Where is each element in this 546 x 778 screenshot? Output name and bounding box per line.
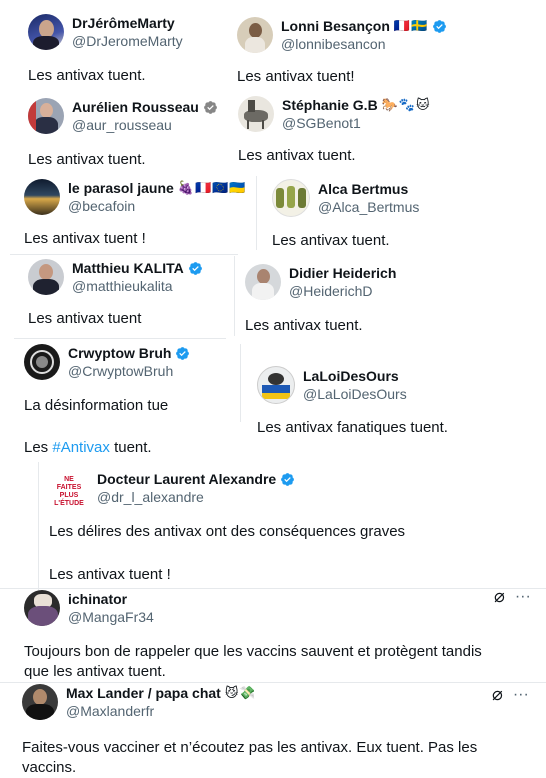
emoji: 😼💸 [224,685,257,700]
handle[interactable]: @DrJeromeMarty [72,32,183,50]
handle[interactable]: @LaLoiDesOurs [303,385,407,403]
avatar[interactable] [272,179,310,217]
handle[interactable]: @HeiderichD [289,282,396,300]
tweet-becafoin[interactable]: le parasol jaune 🍇🇫🇷🇪🇺🇺🇦 @becafoin Les an… [24,179,247,249]
display-name[interactable]: Docteur Laurent Alexandre [97,470,295,488]
flag-emoji: 🇫🇷🇸🇪 [393,18,429,33]
tweet-ichinator[interactable]: ichinator @MangaFr34 Toujours bon de rap… [24,590,546,682]
avatar[interactable] [24,590,60,626]
handle[interactable]: @CrwyptowBruh [68,362,190,380]
tweet-text: La désinformation tue [24,397,169,414]
avatar[interactable] [22,684,58,720]
tweet-text: Les antivax fanatiques tuent. [257,419,448,436]
handle[interactable]: @Maxlanderfr [66,702,257,720]
display-name[interactable]: Lonni Besançon 🇫🇷🇸🇪 [281,17,447,35]
row-divider [14,338,226,339]
emoji: 🐎🐾🐱 [381,97,431,112]
column-divider [240,344,241,422]
tweet-text: que les antivax tuent. [24,663,166,680]
row-divider [0,682,546,683]
emoji: 🍇🇫🇷🇪🇺🇺🇦 [177,180,247,195]
grok-icon[interactable]: ⌀ [494,586,505,607]
avatar[interactable] [245,264,281,300]
display-name[interactable]: Max Lander / papa chat 😼💸 [66,684,257,702]
display-name[interactable]: le parasol jaune 🍇🇫🇷🇪🇺🇺🇦 [68,179,247,197]
tweet-text-line: Les #Antivax tuent. [24,439,152,456]
quoted-tweet[interactable]: NE FAITES PLUS L'ÉTUDE Docteur Laurent A… [38,462,529,590]
tweet-text: Les antivax tuent. [28,67,146,84]
tweet-sgbenot1[interactable]: Stéphanie G.B 🐎🐾🐱 @SGBenot1 Les antivax t… [238,96,431,166]
avatar[interactable] [24,179,60,215]
display-name[interactable]: Didier Heiderich [289,264,396,282]
handle[interactable]: @Alca_Bertmus [318,198,419,216]
display-name[interactable]: Stéphanie G.B 🐎🐾🐱 [282,96,431,114]
tweet-matthieukalita[interactable]: Matthieu KALITA @matthieukalita Les anti… [28,259,203,329]
display-name[interactable]: Aurélien Rousseau [72,98,218,116]
verified-badge-icon [432,19,447,34]
avatar[interactable] [28,259,64,295]
tweet-text: Les antivax tuent! [237,68,355,85]
handle[interactable]: @becafoin [68,197,247,215]
tweet-text: vaccins. [22,759,77,776]
tweet-text: Toujours bon de rappeler que les vaccins… [24,643,482,660]
tweet-text: Les antivax tuent. [238,147,356,164]
avatar[interactable] [237,17,273,53]
tweet-text: Les délires des antivax ont des conséque… [49,523,406,540]
tweet-text: Les antivax tuent ! [49,566,171,583]
avatar-text: NE FAITES PLUS L'ÉTUDE [54,476,84,506]
avatar[interactable] [257,366,295,404]
tweet-lonnibesancon[interactable]: Lonni Besançon 🇫🇷🇸🇪 @lonnibesancon Les an… [237,17,447,87]
more-options-icon[interactable]: ··· [515,588,531,606]
tweet-maxlanderfr[interactable]: Max Lander / papa chat 😼💸 @Maxlanderfr Fa… [22,684,546,778]
display-name[interactable]: Matthieu KALITA [72,259,203,277]
handle[interactable]: @lonnibesancon [281,35,447,53]
column-divider [256,176,257,250]
tweet-text: Les antivax tuent [28,310,142,327]
handle[interactable]: @aur_rousseau [72,116,218,134]
tweet-aur-rousseau[interactable]: Aurélien Rousseau @aur_rousseau Les anti… [28,98,218,170]
tweet-text: Les antivax tuent. [245,317,363,334]
display-name[interactable]: Alca Bertmus [318,180,419,198]
verified-badge-icon [175,346,190,361]
hashtag-link[interactable]: #Antivax [52,439,110,456]
tweet-controls: ⌀ ··· [494,586,531,607]
tweet-text: Les antivax tuent. [272,232,390,249]
tweet-crwyptowbruh[interactable]: Crwyptow Bruh @CrwyptowBruh La désinform… [24,344,190,458]
display-name[interactable]: Crwyptow Bruh [68,344,190,362]
handle[interactable]: @MangaFr34 [68,608,154,626]
avatar[interactable] [28,14,64,50]
tweet-text: Les antivax tuent ! [24,230,146,247]
more-options-icon[interactable]: ··· [513,686,529,704]
handle[interactable]: @dr_l_alexandre [97,488,295,506]
tweet-controls: ⌀ ··· [492,684,529,705]
tweet-text: Les antivax tuent. [28,151,146,168]
row-divider [10,254,238,255]
verified-badge-icon [280,472,295,487]
tweet-alca-bertmus[interactable]: Alca Bertmus @Alca_Bertmus Les antivax t… [272,179,419,251]
avatar[interactable] [24,344,60,380]
tweet-laloidesours[interactable]: LaLoiDesOurs @LaLoiDesOurs Les antivax f… [257,366,448,438]
grok-icon[interactable]: ⌀ [492,684,503,705]
display-name[interactable]: DrJérômeMarty [72,14,183,32]
avatar[interactable] [28,98,64,134]
column-divider [234,256,235,336]
display-name[interactable]: LaLoiDesOurs [303,367,407,385]
display-name[interactable]: ichinator [68,590,154,608]
verified-badge-icon [188,261,203,276]
avatar[interactable] [238,96,274,132]
avatar[interactable]: NE FAITES PLUS L'ÉTUDE [53,470,85,506]
verified-badge-icon [203,100,218,115]
tweet-drjeromemarty[interactable]: DrJérômeMarty @DrJeromeMarty Les antivax… [28,14,183,86]
tweet-text: Faites-vous vacciner et n’écoutez pas le… [22,739,478,756]
handle[interactable]: @matthieukalita [72,277,203,295]
handle[interactable]: @SGBenot1 [282,114,431,132]
tweet-heiderichd[interactable]: Didier Heiderich @HeiderichD Les antivax… [245,264,396,336]
